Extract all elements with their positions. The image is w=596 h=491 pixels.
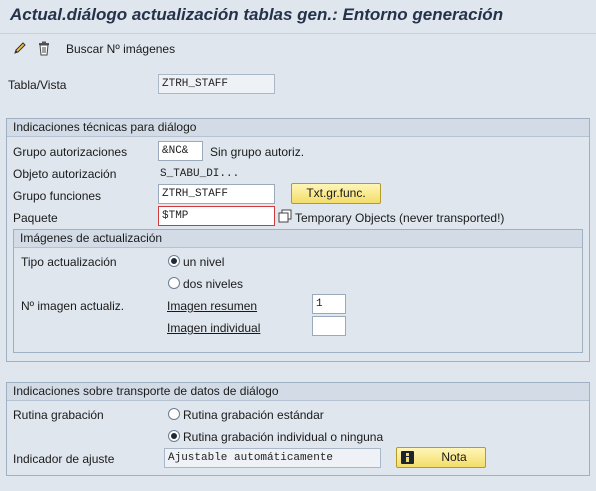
package-description: Temporary Objects (never transported!) (295, 211, 505, 225)
auth-object-value: S_TABU_DI... (160, 168, 240, 180)
function-group-label: Grupo funciones (13, 189, 102, 203)
auth-group-label: Grupo autorizaciones (13, 145, 128, 159)
info-icon (401, 451, 414, 464)
compare-flag-field[interactable]: Ajustable automáticamente (164, 448, 381, 468)
trash-icon[interactable] (35, 39, 53, 57)
auth-group-field[interactable]: &NC& (158, 141, 203, 161)
copy-icon[interactable] (278, 209, 292, 223)
auth-group-description: Sin grupo autoriz. (210, 145, 305, 159)
two-step-label: dos niveles (183, 277, 244, 291)
overview-screen-field[interactable]: 1 (312, 294, 346, 314)
recording-routine-label: Rutina grabación (13, 408, 104, 422)
single-screen-field[interactable] (312, 316, 346, 336)
package-label: Paquete (13, 211, 58, 225)
function-group-text-button[interactable]: Txt.gr.func. (291, 183, 381, 204)
table-field[interactable]: ZTRH_STAFF (158, 74, 275, 94)
function-group-field[interactable]: ZTRH_STAFF (158, 184, 275, 204)
screen-number-label: Nº imagen actualiz. (21, 299, 125, 313)
note-button[interactable]: Nota (396, 447, 486, 468)
compare-flag-label: Indicador de ajuste (13, 452, 115, 466)
maintenance-screens-header: Imágenes de actualización (14, 230, 582, 248)
standard-routine-radio[interactable] (168, 408, 180, 420)
two-step-radio[interactable] (168, 277, 180, 289)
individual-routine-radio[interactable] (168, 430, 180, 442)
standard-routine-label: Rutina grabación estándar (183, 408, 324, 422)
single-screen-label: Imagen individual (167, 321, 261, 335)
individual-routine-label: Rutina grabación individual o ninguna (183, 430, 384, 444)
pencil-icon[interactable] (11, 39, 29, 57)
auth-object-label: Objeto autorización (13, 167, 117, 181)
one-step-radio[interactable] (168, 255, 180, 267)
maintenance-screens-group: Imágenes de actualización (13, 229, 583, 353)
transport-header: Indicaciones sobre transporte de datos d… (7, 383, 589, 401)
one-step-label: un nivel (183, 255, 225, 269)
title-bar: Actual.diálogo actualización tablas gen.… (0, 0, 596, 32)
technical-settings-header: Indicaciones técnicas para diálogo (7, 119, 589, 137)
application-toolbar: Buscar Nº imágenes (0, 33, 596, 63)
maintenance-type-label: Tipo actualización (21, 255, 117, 269)
table-label: Tabla/Vista (8, 78, 67, 92)
note-label: Nota (441, 450, 467, 464)
overview-screen-label: Imagen resumen (167, 299, 258, 313)
window-title: Actual.diálogo actualización tablas gen.… (10, 5, 504, 24)
search-screens-button[interactable]: Buscar Nº imágenes (66, 42, 175, 56)
package-field[interactable]: $TMP (158, 206, 275, 226)
